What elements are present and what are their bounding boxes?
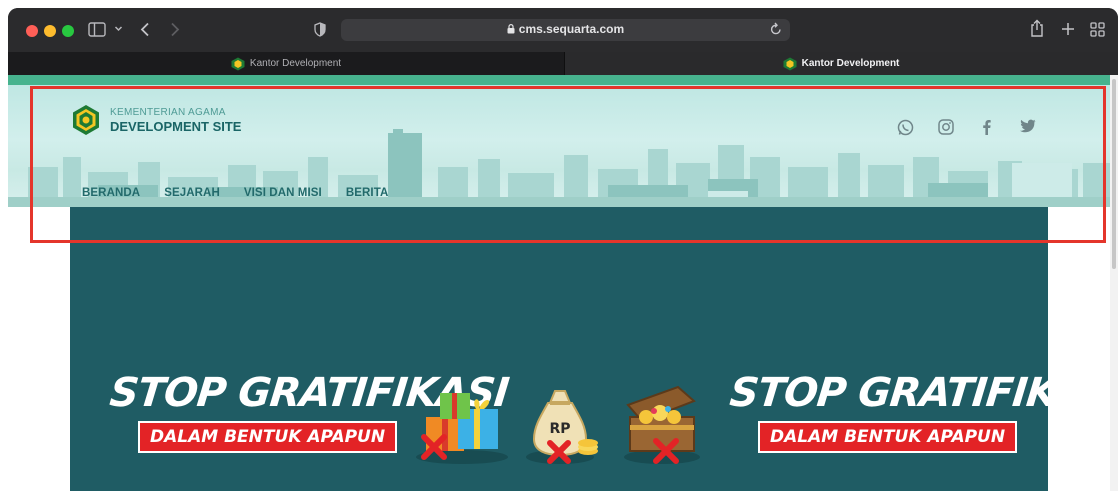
banner-subtitle-left: DALAM BENTUK APAPUN (138, 421, 398, 453)
share-icon[interactable] (1030, 19, 1044, 37)
gift-money-treasure-illustration: RP (416, 385, 700, 464)
browser-toolbar: cms.sequarta.com (8, 8, 1118, 52)
minimize-window-button[interactable] (44, 25, 56, 37)
banner-subtitle-right: DALAM BENTUK APAPUN (758, 421, 1018, 453)
chevron-down-icon[interactable] (114, 24, 123, 33)
maximize-window-button[interactable] (62, 25, 74, 37)
tab-separator (564, 52, 565, 75)
sidebar-toggle-icon[interactable] (88, 22, 106, 37)
reload-icon[interactable] (770, 22, 782, 41)
forward-icon[interactable] (170, 22, 180, 37)
tab-kantor-development-1[interactable]: Kantor Development (8, 52, 564, 75)
money-bag-label: RP (549, 421, 570, 437)
new-tab-icon[interactable] (1061, 22, 1075, 36)
tab-overview-icon[interactable] (1090, 22, 1105, 37)
banner-text-left: STOP GRATIFIKASI DALAM BENTUK APAPUN (107, 370, 511, 453)
stop-gratifikasi-banner[interactable]: STOP GRATIFIKASI DALAM BENTUK APAPUN RP … (70, 207, 1048, 491)
tab-kantor-development-2[interactable]: Kantor Development (564, 52, 1118, 75)
tab-label: Kantor Development (249, 58, 342, 69)
kemenag-favicon-icon (231, 57, 245, 70)
top-accent-strip (8, 75, 1110, 85)
kemenag-favicon-icon (783, 57, 797, 70)
header-highlight-box (30, 86, 1106, 243)
tab-label: Kantor Development (801, 58, 900, 69)
page-scrollbar-thumb[interactable] (1112, 79, 1116, 269)
address-bar[interactable]: cms.sequarta.com (341, 19, 790, 41)
back-icon[interactable] (140, 22, 150, 37)
banner-title-right: STOP GRATIFIKASI (727, 370, 1048, 416)
tab-bar: Kantor Development Kantor Development (8, 52, 1118, 75)
browser-window: cms.sequarta.com Kantor Development Kant… (8, 8, 1118, 491)
url-text: cms.sequarta.com (518, 22, 625, 36)
banner-text-right: STOP GRATIFIKASI DALAM BENTUK APAPUN (727, 370, 1048, 453)
banner-title-left: STOP GRATIFIKASI (107, 370, 511, 416)
privacy-shield-icon[interactable] (314, 22, 326, 37)
close-window-button[interactable] (26, 25, 38, 37)
lock-icon (507, 23, 515, 37)
